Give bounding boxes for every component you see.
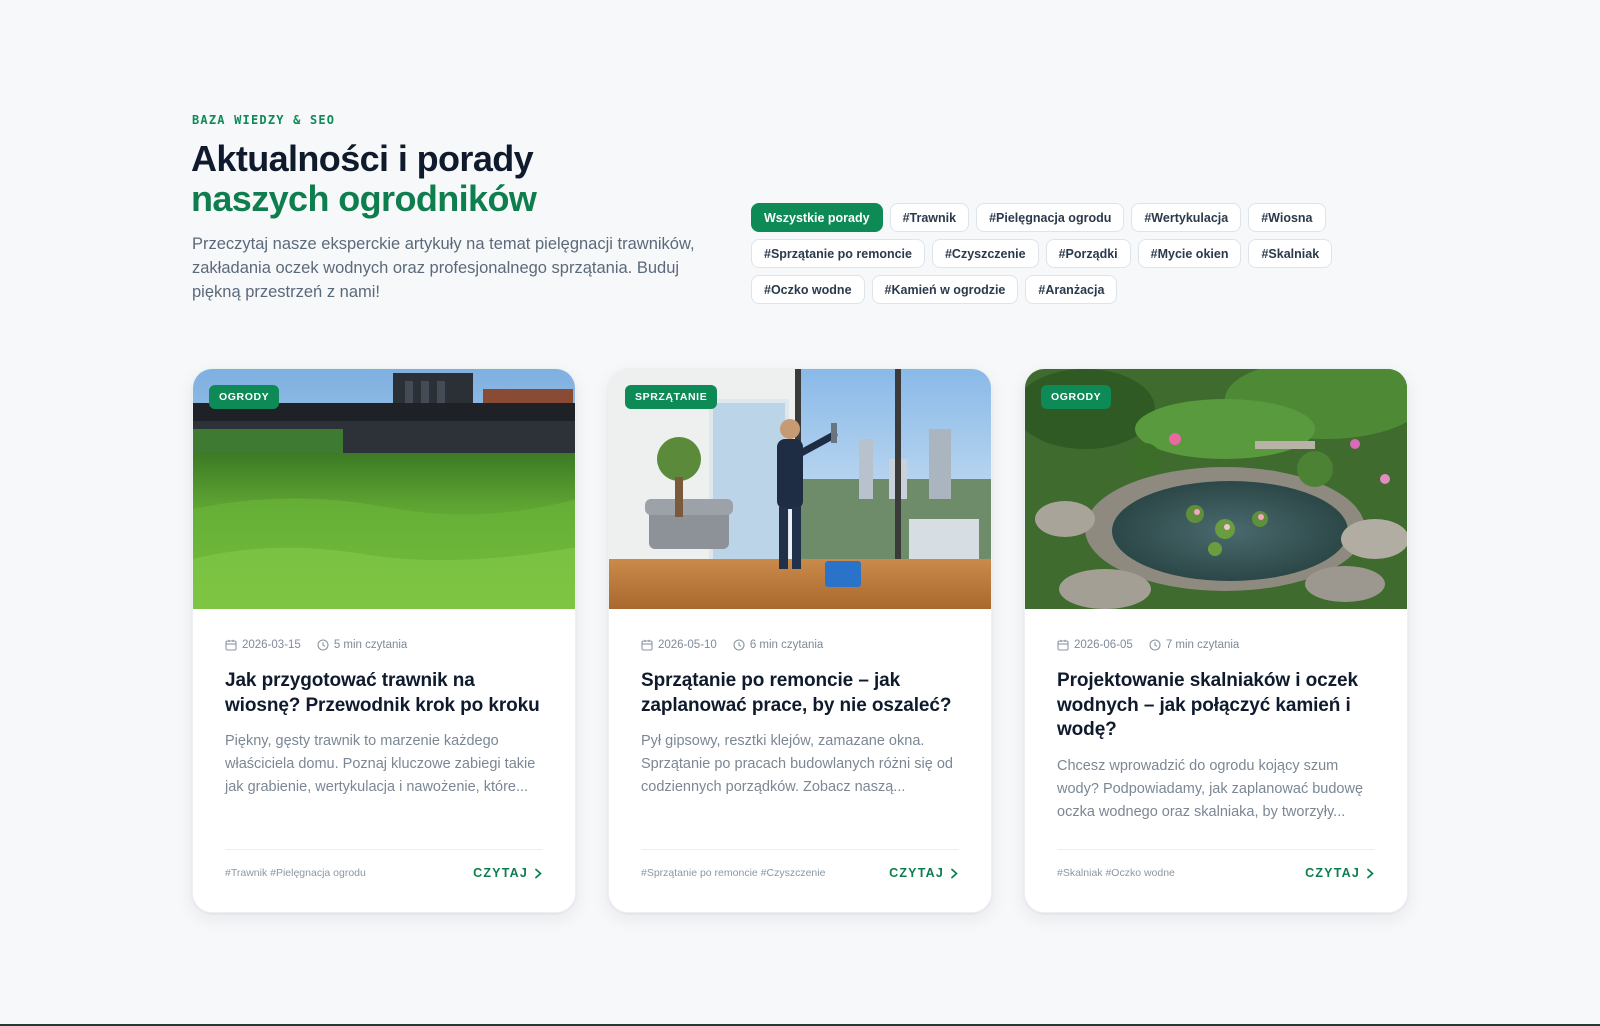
article-body: 2026-05-10 6 min czytania Sprzątanie po … [641,639,959,799]
clock-icon [1149,639,1161,651]
article-card[interactable]: OGRODY 2026-03-15 5 min czytania Jak prz… [192,368,576,913]
blog-section: BAZA WIEDZY & SEO Aktualności i porady n… [0,0,1600,1026]
article-meta: 2026-03-15 5 min czytania [225,639,543,651]
filter-czyszczenie[interactable]: #Czyszczenie [931,239,1039,268]
filter-porzadki[interactable]: #Porządki [1045,239,1131,268]
article-body: 2026-03-15 5 min czytania Jak przygotowa… [225,639,543,799]
article-title[interactable]: Sprzątanie po remoncie – jak zaplanować … [641,669,959,718]
clock-icon [317,639,329,651]
page-title: Aktualności i porady naszych ogrodników [191,138,537,219]
article-meta: 2026-06-05 7 min czytania [1057,639,1375,651]
tag-filters: Wszystkie porady #Trawnik #Pielęgnacja o… [751,203,1341,304]
article-title[interactable]: Jak przygotować trawnik na wiosnę? Przew… [225,669,543,718]
category-badge: SPRZĄTANIE [625,385,718,409]
article-card[interactable]: OGRODY 2026-06-05 7 min czytania Projekt… [1024,368,1408,913]
article-title[interactable]: Projektowanie skalniaków i oczek wodnych… [1057,669,1375,743]
article-footer: #Trawnik #Pielęgnacja ogrodu CZYTAJ [225,849,543,880]
filter-sprzatanie-po-remoncie[interactable]: #Sprzątanie po remoncie [751,239,925,268]
filter-wiosna[interactable]: #Wiosna [1248,203,1326,232]
chevron-right-icon [950,868,959,879]
filter-pielegnacja-ogrodu[interactable]: #Pielęgnacja ogrodu [976,203,1125,232]
article-image-pond[interactable]: OGRODY [1025,369,1407,609]
article-read-time: 7 min czytania [1149,639,1239,651]
title-line-1: Aktualności i porady [191,138,534,179]
filter-all[interactable]: Wszystkie porady [751,203,883,232]
chevron-right-icon [1366,868,1375,879]
clock-icon [733,639,745,651]
read-more-link[interactable]: CZYTAJ [1305,866,1375,880]
article-date: 2026-05-10 [641,639,717,651]
filter-wertykulacja[interactable]: #Wertykulacja [1131,203,1242,232]
article-image-cleaning[interactable]: SPRZĄTANIE [609,369,991,609]
article-excerpt: Pył gipsowy, resztki klejów, zamazane ok… [641,733,953,795]
article-footer: #Skalniak #Oczko wodne CZYTAJ [1057,849,1375,880]
filter-kamien-w-ogrodzie[interactable]: #Kamień w ogrodzie [871,275,1019,304]
category-badge: OGRODY [209,385,280,409]
chevron-right-icon [534,868,543,879]
article-read-time: 5 min czytania [317,639,407,651]
read-more-link[interactable]: CZYTAJ [473,866,543,880]
filter-mycie-okien[interactable]: #Mycie okien [1137,239,1242,268]
filter-skalniak[interactable]: #Skalniak [1248,239,1333,268]
category-badge: OGRODY [1041,385,1112,409]
article-tags: #Sprzątanie po remoncie #Czyszczenie [641,867,826,879]
article-excerpt: Piękny, gęsty trawnik to marzenie każdeg… [225,733,536,795]
article-body: 2026-06-05 7 min czytania Projektowanie … [1057,639,1375,824]
article-date: 2026-03-15 [225,639,301,651]
article-read-time: 6 min czytania [733,639,823,651]
article-tags: #Skalniak #Oczko wodne [1057,867,1175,879]
filter-oczko-wodne[interactable]: #Oczko wodne [751,275,865,304]
article-tags: #Trawnik #Pielęgnacja ogrodu [225,867,366,879]
filter-aranzacja[interactable]: #Aranżacja [1025,275,1118,304]
article-meta: 2026-05-10 6 min czytania [641,639,959,651]
read-more-link[interactable]: CZYTAJ [889,866,959,880]
section-eyebrow: BAZA WIEDZY & SEO [192,113,336,127]
calendar-icon [641,639,653,651]
article-date: 2026-06-05 [1057,639,1133,651]
article-footer: #Sprzątanie po remoncie #Czyszczenie CZY… [641,849,959,880]
article-excerpt: Chcesz wprowadzić do ogrodu kojący szum … [1057,757,1364,820]
filter-trawnik[interactable]: #Trawnik [889,203,970,232]
section-description: Przeczytaj nasze eksperckie artykuły na … [192,235,695,301]
article-card[interactable]: SPRZĄTANIE 2026-05-10 6 min czytania Spr… [608,368,992,913]
article-cards: OGRODY 2026-03-15 5 min czytania Jak prz… [192,368,1408,913]
calendar-icon [1057,639,1069,651]
calendar-icon [225,639,237,651]
article-image-lawn[interactable]: OGRODY [193,369,575,609]
title-line-2: naszych ogrodników [191,178,537,219]
